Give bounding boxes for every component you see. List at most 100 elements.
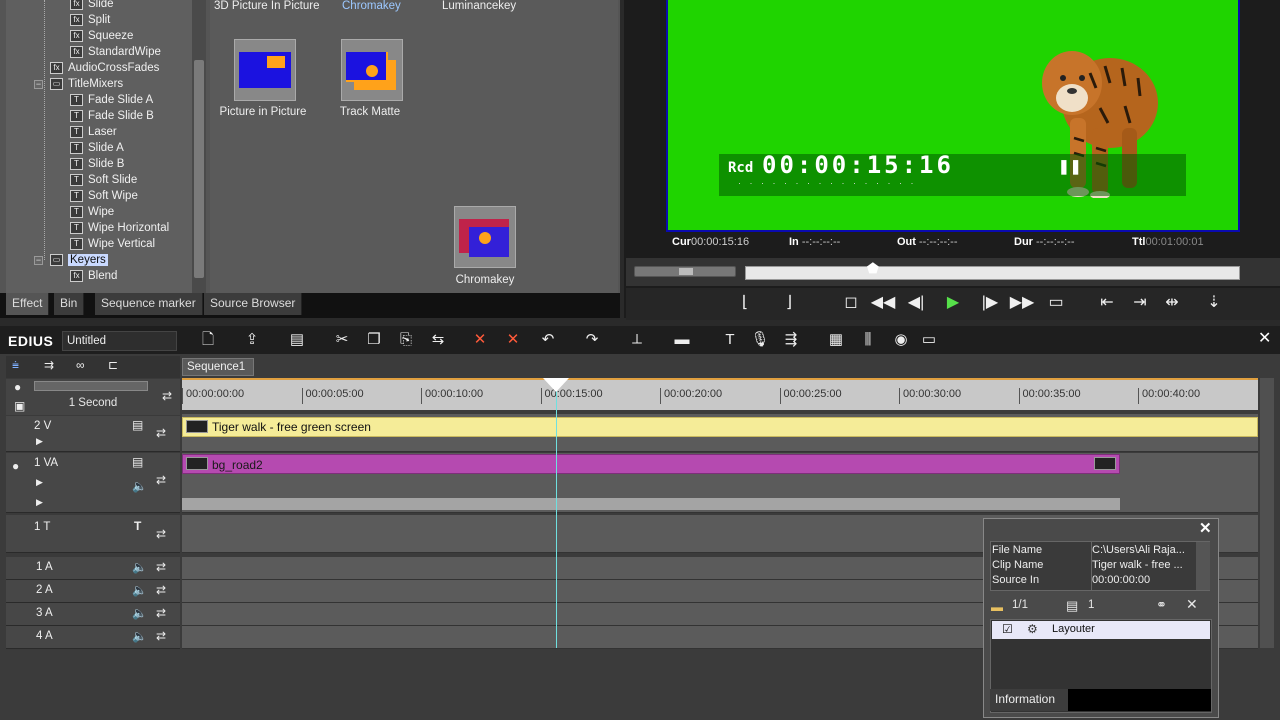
position-slider-handle[interactable]: ⬟ <box>867 260 879 277</box>
stop-icon[interactable]: ◻ <box>838 293 864 313</box>
table-icon[interactable]: ▦ <box>826 330 846 350</box>
effect-tree-item[interactable]: fx AudioCrossFades <box>50 60 159 76</box>
expand-icon[interactable]: ▶ <box>36 477 43 488</box>
save-icon[interactable]: ▤ <box>287 330 307 350</box>
zoom-slider[interactable] <box>34 381 148 391</box>
effect-label-chromakey-selected[interactable]: Chromakey <box>342 0 401 12</box>
effect-tree-item[interactable]: T Wipe Horizontal <box>70 220 169 236</box>
split-icon[interactable]: ⟂ <box>627 330 647 350</box>
collapse-icon[interactable]: − <box>34 256 43 265</box>
effect-tree-item[interactable]: fx Blend <box>70 268 117 284</box>
eye-icon[interactable]: ● <box>14 380 21 394</box>
effect-thumb-track-matte[interactable] <box>341 39 403 101</box>
ripple-icon[interactable]: ⇉ <box>44 358 54 372</box>
trim-icon[interactable]: ⇹ <box>1159 293 1185 313</box>
output-icon[interactable]: ⇣ <box>1201 293 1227 313</box>
microphone-icon[interactable]: 🎙 <box>750 330 770 350</box>
sync-icon[interactable]: ⩧ <box>12 358 19 373</box>
set-out-icon[interactable]: ⌋ <box>776 293 802 313</box>
track-header-2v[interactable]: 2 V ▤ ⇄ ▶ <box>6 416 180 452</box>
effect-tree-item[interactable]: T Wipe Vertical <box>70 236 155 252</box>
clip-audio-bg-road[interactable] <box>182 498 1120 510</box>
step-back-icon[interactable]: ◀| <box>903 293 929 313</box>
speaker-icon[interactable]: 🔈 <box>132 606 147 620</box>
speaker-icon[interactable]: 🔈 <box>132 583 147 597</box>
paste-icon[interactable]: ⎘ <box>396 330 416 350</box>
effect-tree-item[interactable]: fx Split <box>70 12 110 28</box>
filter-row-layouter[interactable] <box>992 621 1210 639</box>
playhead-handle[interactable] <box>543 378 569 392</box>
shuttle-knob[interactable] <box>679 268 693 275</box>
track-header-1a[interactable]: 1 A 🔈 ⇄ <box>6 557 180 580</box>
snap-icon[interactable]: ⊏ <box>108 358 118 372</box>
track-sync-icon[interactable]: ⇄ <box>156 629 166 643</box>
track-sync-icon[interactable]: ⇄ <box>156 583 166 597</box>
effect-tree-item[interactable]: fx Squeeze <box>70 28 133 44</box>
video-track-icon[interactable]: ▤ <box>132 418 143 432</box>
step-forward-icon[interactable]: |▶ <box>977 293 1003 313</box>
clip-bg-road[interactable] <box>182 454 1120 474</box>
effect-tree-item[interactable]: T Slide A <box>70 140 124 156</box>
effect-tree-item[interactable]: T Soft Wipe <box>70 188 138 204</box>
collapse-icon[interactable]: − <box>34 80 43 89</box>
layout-icon[interactable]: ▭ <box>919 330 939 350</box>
playhead-line[interactable] <box>556 380 557 648</box>
title-track-icon[interactable]: T <box>134 519 141 533</box>
scrollbar-thumb[interactable] <box>194 60 204 278</box>
copy-icon[interactable]: ❐ <box>364 330 384 350</box>
delete-icon[interactable]: ✕ <box>1186 596 1198 613</box>
zoom-level[interactable]: 1 Second <box>34 397 152 409</box>
position-slider[interactable] <box>745 266 1240 280</box>
set-in-icon[interactable]: ⌊ <box>732 293 758 313</box>
track-header-4a[interactable]: 4 A 🔈 ⇄ <box>6 626 180 649</box>
cut-icon[interactable]: ✂ <box>332 330 352 350</box>
tab-bin[interactable]: Bin <box>54 293 85 315</box>
redo-icon[interactable]: ↷ <box>582 330 602 350</box>
fast-forward-icon[interactable]: ▶▶ <box>1009 293 1035 313</box>
shuttle-slider[interactable] <box>634 266 736 277</box>
insert-icon[interactable]: ⇤ <box>1094 293 1120 313</box>
effect-label-luminancekey[interactable]: Luminancekey <box>442 0 516 12</box>
tab-information[interactable]: Information <box>990 689 1068 711</box>
track-header-3a[interactable]: 3 A 🔈 ⇄ <box>6 603 180 626</box>
effect-tree-item[interactable]: T Soft Slide <box>70 172 137 188</box>
track-sync-icon[interactable]: ⇄ <box>156 426 166 440</box>
effect-tree-item[interactable]: ▭ − TitleMixers <box>34 76 123 92</box>
track-header-1va[interactable]: ● 1 VA ▤ 🔈 ⇄ ▶ ▶ <box>6 453 180 513</box>
tab-source-browser[interactable]: Source Browser <box>204 293 303 315</box>
delete-icon[interactable]: ✕ <box>470 330 490 350</box>
collapse-icon[interactable]: ⇄ <box>162 389 172 403</box>
video-track-icon[interactable]: ▤ <box>132 455 143 469</box>
link-icon[interactable]: ∞ <box>76 358 85 372</box>
effect-tree-item[interactable]: ▭ − Keyers <box>34 252 108 268</box>
speaker-icon[interactable]: 🔈 <box>132 479 147 493</box>
tab-sequence-marker[interactable]: Sequence marker <box>95 293 203 315</box>
replace-icon[interactable]: ⇆ <box>428 330 448 350</box>
sequence-tab[interactable]: Sequence1 <box>182 358 254 376</box>
mixer-icon[interactable]: ⫼ <box>858 330 878 350</box>
track-sync-icon[interactable]: ⇄ <box>156 473 166 487</box>
close-icon[interactable]: ✕ <box>1199 519 1212 537</box>
group-icon[interactable]: ▬ <box>672 330 692 350</box>
time-ruler[interactable]: 00:00:00:00 00:00:05:00 00:00:10:00 00:00:1… <box>182 378 1258 410</box>
filter-list-icon[interactable]: ▤ <box>1066 598 1078 614</box>
close-icon[interactable]: ✕ <box>1258 328 1271 348</box>
timeline-vertical-scrollbar[interactable] <box>1260 378 1274 648</box>
link-icon[interactable]: ⚭ <box>1156 597 1167 613</box>
overwrite-icon[interactable]: ⇥ <box>1127 293 1153 313</box>
title-icon[interactable]: T <box>720 330 740 350</box>
track-sync-icon[interactable]: ⇄ <box>156 606 166 620</box>
new-sequence-icon[interactable]: 🗋 <box>198 330 218 350</box>
expand-icon[interactable]: ▶ <box>36 436 43 447</box>
effect-thumb-chromakey[interactable] <box>454 206 516 268</box>
tab-effect[interactable]: Effect <box>6 293 50 315</box>
effect-tree-scrollbar[interactable] <box>192 0 206 293</box>
effect-tree-item[interactable]: T Fade Slide B <box>70 108 154 124</box>
speaker-icon[interactable]: 🔈 <box>132 629 147 643</box>
undo-icon[interactable]: ↶ <box>538 330 558 350</box>
color-icon[interactable]: ◉ <box>891 330 911 350</box>
effect-tree-item[interactable]: T Slide B <box>70 156 124 172</box>
info-scrollbar[interactable] <box>1196 542 1210 590</box>
eye-icon[interactable]: ● <box>12 459 19 473</box>
track-header-1t[interactable]: 1 T T ⇄ <box>6 515 180 553</box>
